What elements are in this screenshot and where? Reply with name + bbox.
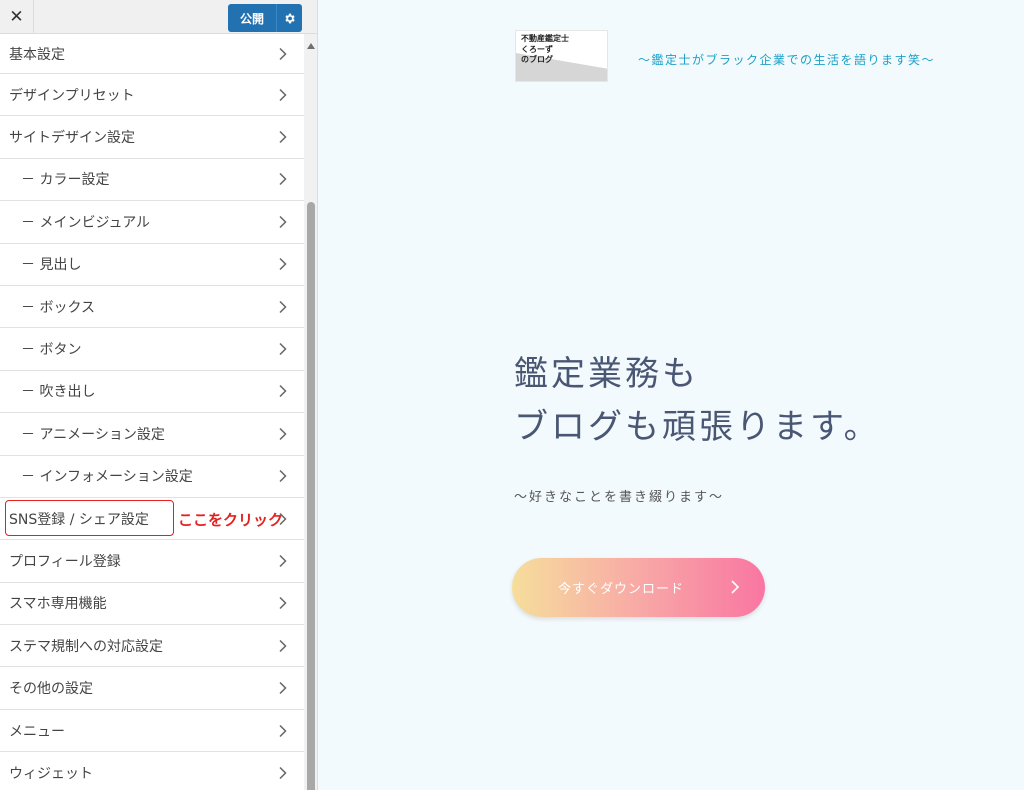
chevron-right-icon [279, 173, 287, 186]
logo-line: のブログ [521, 55, 553, 64]
logo-line: くろーず [521, 44, 553, 54]
menu-item[interactable]: ステマ規制への対応設定 [0, 625, 304, 668]
panel-scrollbar[interactable] [304, 34, 317, 790]
chevron-right-icon [279, 88, 287, 101]
logo-line: 不動産鑑定士 [521, 34, 569, 43]
click-here-annotation: ここをクリック [178, 511, 284, 529]
download-button[interactable]: 今すぐダウンロード [512, 558, 765, 617]
menu-item[interactable]: － アニメーション設定 [0, 413, 304, 456]
chevron-right-icon [279, 639, 287, 652]
site-preview: 不動産鑑定士 くろーず のブログ ～鑑定士がブラック企業での生活を語ります笑～ … [319, 0, 1024, 790]
chevron-right-icon [279, 682, 287, 695]
scrollbar-thumb[interactable] [307, 202, 315, 790]
hero-title-line: 鑑定業務も [514, 354, 699, 394]
gear-icon [285, 13, 295, 23]
menu-item[interactable]: － インフォメーション設定 [0, 455, 304, 498]
menu-item[interactable]: プロフィール登録 [0, 540, 304, 583]
menu-item[interactable]: メニュー [0, 709, 304, 753]
hero-subtitle: ～好きなことを書き綴ります～ [514, 490, 725, 505]
chevron-right-icon [279, 385, 287, 398]
menu-item[interactable]: － 見出し [0, 243, 304, 286]
site-tagline: ～鑑定士がブラック企業での生活を語ります笑～ [638, 53, 936, 67]
chevron-right-icon [279, 215, 287, 228]
close-button[interactable]: ✕ [0, 0, 34, 34]
menu-item[interactable]: － カラー設定 [0, 158, 304, 202]
menu-item[interactable]: スマホ専用機能 [0, 582, 304, 626]
chevron-right-icon [731, 580, 740, 594]
chevron-right-icon [279, 47, 287, 60]
chevron-right-icon [279, 766, 287, 779]
customizer-panel: ✕ 公開 基本設定デザインプリセット サイトデザイン設定 － カラー設定 － メインビ… [0, 0, 318, 790]
menu-item-label: － インフォメーション設定 [21, 469, 193, 486]
chevron-right-icon [279, 470, 287, 483]
menu-item[interactable]: デザインプリセット [0, 74, 304, 117]
menu-item-label: － アニメーション設定 [21, 426, 165, 443]
menu-item-label: － ボックス [21, 299, 96, 316]
scroll-up-arrow-icon[interactable] [304, 43, 317, 53]
chevron-right-icon [279, 300, 287, 313]
chevron-right-icon [279, 597, 287, 610]
menu-item-label: SNS登録 / シェア設定 [9, 511, 149, 528]
hero-title-line: ブログも頑張ります。 [514, 407, 881, 447]
chevron-right-icon [279, 554, 287, 568]
menu-item-label: ウィジェット [9, 765, 93, 782]
menu-item-label: スマホ専用機能 [9, 596, 107, 613]
chevron-right-icon [279, 724, 287, 737]
menu-item-label: － ボタン [21, 342, 82, 359]
customizer-header: ✕ 公開 [0, 0, 317, 34]
menu-item-label: サイトデザイン設定 [9, 130, 135, 147]
chevron-right-icon [279, 427, 287, 440]
menu-item[interactable]: － ボックス [0, 285, 304, 329]
menu-item[interactable]: サイトデザイン設定 [0, 116, 304, 159]
chevron-right-icon [279, 131, 287, 144]
menu-item[interactable]: その他の設定 [0, 667, 304, 710]
chevron-right-icon [279, 258, 287, 271]
site-logo[interactable]: 不動産鑑定士 くろーず のブログ [515, 30, 608, 82]
chevron-right-icon [279, 343, 287, 356]
menu-item-label: デザインプリセット [9, 87, 135, 104]
hero-title: 鑑定業務も ブログも頑張ります。 [514, 348, 881, 454]
menu-item[interactable]: 基本設定 [0, 34, 304, 74]
menu-item[interactable]: － メインビジュアル [0, 201, 304, 244]
menu-item-label: － 吹き出し [21, 384, 96, 401]
publish-button[interactable]: 公開 [228, 4, 276, 32]
menu-item[interactable]: ウィジェット [0, 752, 304, 790]
customizer-menu: 基本設定デザインプリセット サイトデザイン設定 － カラー設定 － メインビジュアル －… [0, 34, 304, 790]
menu-item-label: 基本設定 [9, 46, 65, 63]
menu-item-label: － カラー設定 [21, 172, 110, 189]
menu-item-label: ステマ規制への対応設定 [9, 638, 163, 655]
menu-item-label: － メインビジュアル [21, 214, 151, 231]
download-button-label: 今すぐダウンロード [558, 582, 685, 597]
menu-item-label: メニュー [9, 723, 65, 740]
menu-item-label: プロフィール登録 [9, 553, 121, 570]
menu-item-label: － 見出し [21, 257, 82, 274]
menu-item[interactable]: － 吹き出し [0, 370, 304, 414]
publish-settings-button[interactable] [276, 4, 302, 32]
menu-item[interactable]: － ボタン [0, 328, 304, 371]
menu-item-label: その他の設定 [9, 681, 93, 698]
publish-group: 公開 [228, 4, 302, 32]
